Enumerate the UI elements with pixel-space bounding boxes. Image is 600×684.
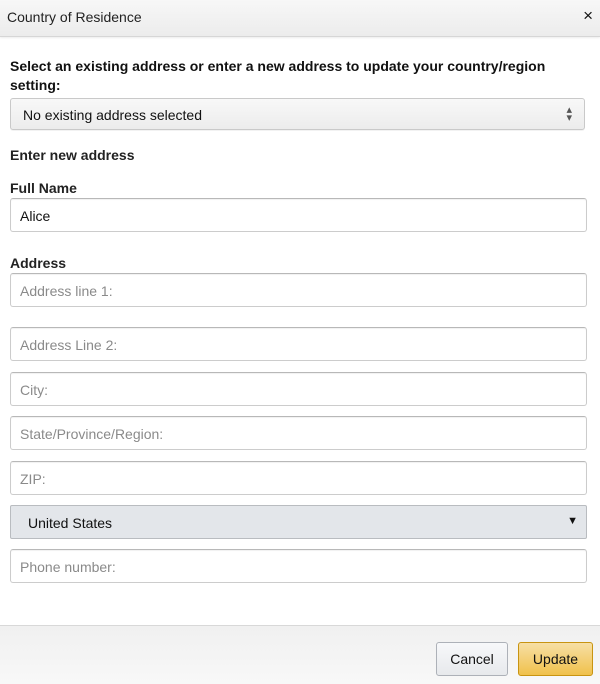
close-icon[interactable]: × (583, 7, 593, 25)
dialog-title: Country of Residence (7, 9, 142, 25)
address-line2-input[interactable]: Address Line 2: (10, 327, 587, 361)
phone-placeholder: Phone number: (20, 559, 116, 575)
update-button[interactable]: Update (518, 642, 593, 676)
state-input[interactable]: State/Province/Region: (10, 416, 587, 450)
full-name-input[interactable]: Alice (10, 198, 587, 232)
zip-placeholder: ZIP: (20, 471, 46, 487)
country-selected-value: United States (28, 515, 113, 531)
state-placeholder: State/Province/Region: (20, 426, 164, 442)
full-name-value: Alice (20, 208, 51, 224)
address-line1-placeholder: Address line 1: (20, 283, 113, 299)
existing-address-select[interactable]: No existing address selected ▴ ▾ (10, 98, 585, 130)
country-select[interactable]: United States ▼ (10, 505, 587, 539)
city-placeholder: City: (20, 382, 48, 398)
address-line1-input[interactable]: Address line 1: (10, 273, 587, 307)
select-arrows-icon: ▴ ▾ (566, 104, 572, 124)
dropdown-arrow-icon: ▼ (567, 515, 578, 527)
dialog-footer: Cancel Update (0, 625, 600, 684)
full-name-label: Full Name (10, 180, 77, 196)
city-input[interactable]: City: (10, 372, 587, 406)
zip-input[interactable]: ZIP: (10, 461, 587, 495)
address-label: Address (10, 255, 67, 271)
phone-input[interactable]: Phone number: (10, 549, 587, 583)
cancel-button[interactable]: Cancel (436, 642, 508, 676)
address-line2-placeholder: Address Line 2: (20, 337, 118, 353)
section-heading: Enter new address (10, 147, 135, 163)
existing-address-selected-value: No existing address selected (23, 107, 202, 123)
prompt-text: Select an existing address or enter a ne… (10, 58, 546, 93)
dialog-header: Country of Residence × (0, 0, 600, 37)
